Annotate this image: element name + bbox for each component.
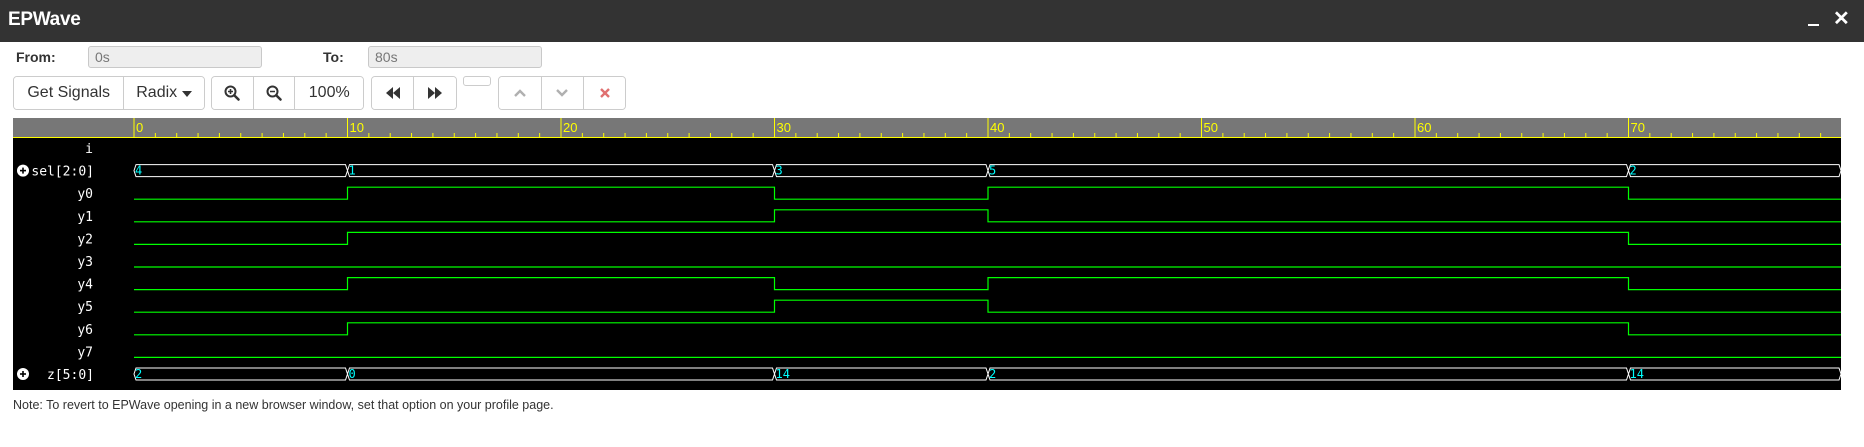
ruler-label: 40 [990, 120, 1004, 135]
signal-name: y1 [77, 210, 93, 225]
signal-name: y7 [77, 345, 93, 360]
zoom-out-button[interactable] [253, 77, 296, 109]
get-signals-button[interactable]: Get Signals [14, 77, 125, 109]
chevron-down-icon [556, 89, 569, 97]
time-ruler [13, 118, 1841, 138]
note-text: Note: To revert to EPWave opening in a n… [13, 398, 554, 412]
signal-name: y4 [77, 278, 93, 293]
from-label: From: [16, 49, 56, 65]
signals-button-group: Get Signals Radix [13, 76, 205, 110]
close-icon[interactable]: ✕ [1833, 8, 1850, 30]
window-title: EPWave [8, 9, 81, 30]
bus-value: 2 [135, 367, 142, 381]
bus-value: 14 [1630, 367, 1644, 381]
edit-button-group [498, 76, 626, 110]
bus-value: 0 [349, 367, 356, 381]
ruler-label: 20 [563, 120, 577, 135]
prev-transition-button[interactable] [372, 77, 415, 109]
radix-label: Radix [136, 84, 178, 101]
signal-name: i [85, 142, 93, 157]
zoom-level-button[interactable]: 100% [295, 77, 363, 109]
bus-value: 14 [776, 367, 790, 381]
move-down-button[interactable] [541, 77, 585, 109]
title-bar: EPWave ✕ [0, 0, 1864, 42]
to-label: To: [323, 49, 344, 65]
x-icon [599, 88, 610, 98]
fast-backward-icon [385, 87, 400, 99]
bus-value: 2 [1630, 164, 1637, 178]
bus-value: 4 [135, 164, 142, 178]
waveform-viewer[interactable]: 0 10 20 30 40 50 60 70isel[2:0] 4 1 3 5 2y0y1y2y3y4y… [13, 118, 1841, 390]
signal-name: y0 [77, 187, 93, 202]
zoom-in-button[interactable] [212, 77, 254, 109]
zoom-in-icon [224, 85, 241, 101]
ruler-label: 30 [777, 120, 791, 135]
wave-background [13, 118, 1841, 390]
navigation-button-group [371, 76, 457, 110]
ruler-label: 50 [1204, 120, 1218, 135]
signal-name: z[5:0] [47, 368, 94, 383]
delete-signal-button[interactable] [584, 77, 625, 109]
ruler-label: 0 [136, 120, 143, 135]
next-transition-button[interactable] [414, 77, 456, 109]
signal-name: y5 [77, 300, 93, 315]
signal-name: y6 [77, 323, 93, 338]
move-up-button[interactable] [499, 77, 542, 109]
signal-name: y3 [77, 255, 93, 270]
signal-name: y2 [77, 232, 93, 247]
fast-forward-icon [428, 87, 442, 99]
minimize-icon[interactable] [1808, 24, 1819, 26]
toggle-box[interactable] [463, 76, 491, 86]
bus-value: 2 [989, 367, 996, 381]
signal-name: sel[2:0] [31, 165, 94, 180]
zoom-out-icon [266, 85, 282, 101]
caret-down-icon [182, 91, 193, 97]
ruler-label: 60 [1417, 120, 1431, 135]
bus-value: 1 [349, 164, 356, 178]
from-input[interactable] [88, 46, 262, 68]
radix-dropdown[interactable]: Radix [124, 77, 204, 109]
bus-value: 5 [989, 164, 996, 178]
chevron-up-icon [513, 89, 526, 97]
to-input[interactable] [368, 46, 542, 68]
ruler-label: 10 [350, 120, 364, 135]
ruler-label: 70 [1631, 120, 1645, 135]
bus-value: 3 [776, 164, 783, 178]
zoom-button-group: 100% [211, 76, 364, 110]
